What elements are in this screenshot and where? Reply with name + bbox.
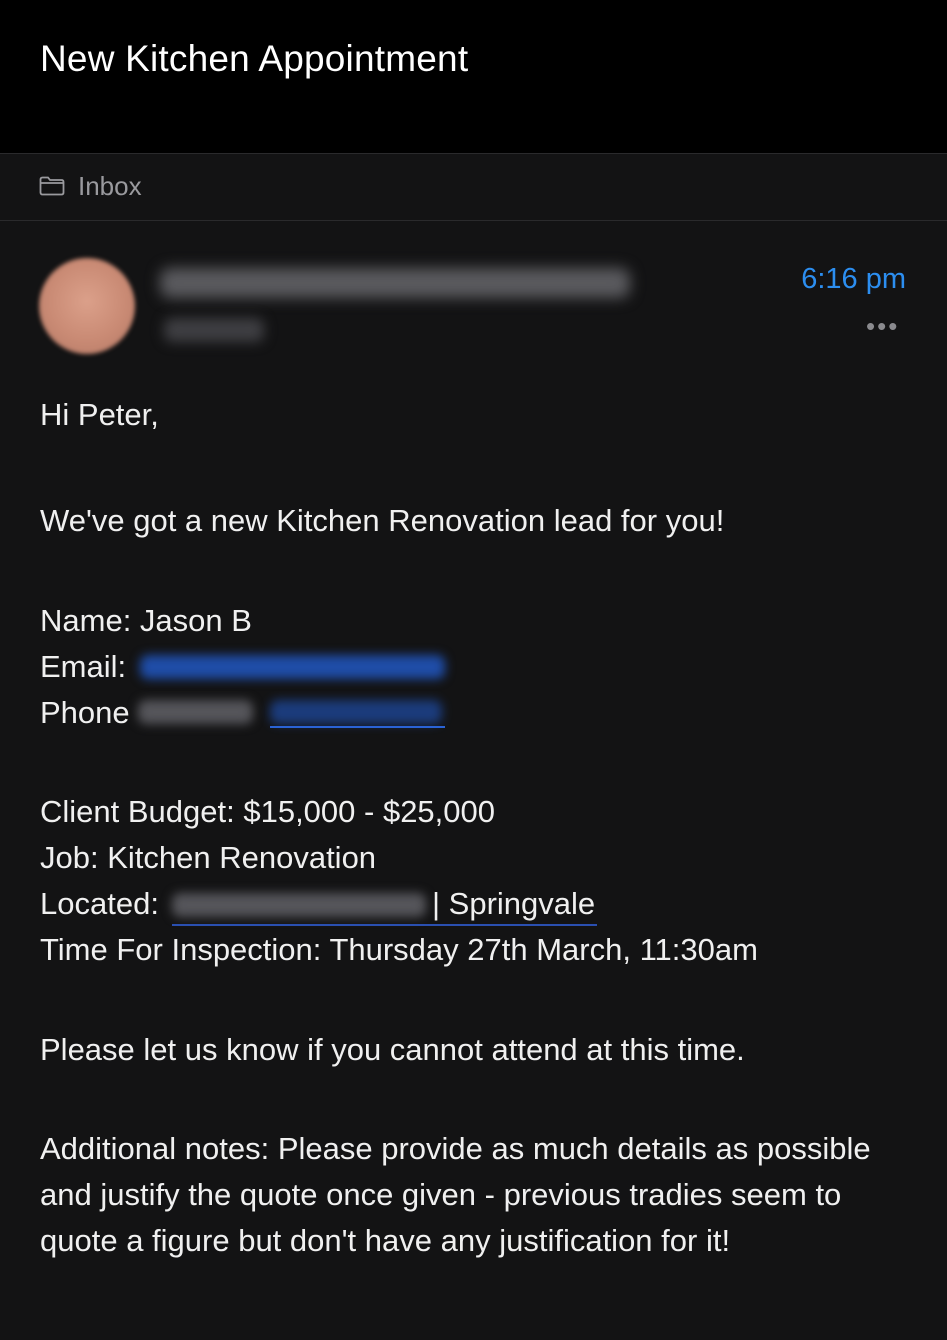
address-redacted[interactable]	[172, 893, 426, 917]
address-link-underline	[172, 924, 597, 926]
client-budget: Client Budget: $15,000 - $25,000	[40, 794, 496, 829]
greeting: Hi Peter,	[40, 397, 159, 432]
email-link-redacted[interactable]	[140, 655, 445, 679]
phone-type-redacted	[138, 700, 253, 724]
recipient-redacted	[164, 318, 264, 342]
located-label: Located:	[40, 886, 159, 921]
job-type: Job: Kitchen Renovation	[40, 840, 377, 875]
sender-name-redacted[interactable]	[160, 268, 630, 298]
more-options-icon[interactable]: •••	[866, 313, 899, 339]
email-label: Email:	[40, 649, 127, 684]
notes-line-3: quote a figure but don't have any justif…	[40, 1223, 731, 1258]
folder-label: Inbox	[78, 171, 142, 201]
phone-link-underline	[270, 726, 445, 728]
address-suburb[interactable]: | Springvale	[432, 886, 595, 922]
attend-note: Please let us know if you cannot attend …	[40, 1032, 745, 1067]
app-header: New Kitchen Appointment	[0, 0, 947, 153]
message-time: 6:16 pm	[801, 263, 906, 295]
phone-label: Phone	[40, 695, 130, 730]
folder-icon	[39, 176, 65, 196]
page-title: New Kitchen Appointment	[40, 38, 469, 79]
notes-line-2: and justify the quote once given - previ…	[40, 1177, 842, 1212]
sender-avatar[interactable]	[39, 258, 135, 354]
phone-link-redacted[interactable]	[270, 700, 442, 724]
notes-line-1: Additional notes: Please provide as much…	[40, 1131, 871, 1166]
intro-text: We've got a new Kitchen Renovation lead …	[40, 503, 725, 538]
folder-breadcrumb[interactable]: Inbox	[0, 153, 947, 221]
lead-name: Name: Jason B	[40, 603, 252, 638]
inspection-time: Time For Inspection: Thursday 27th March…	[40, 932, 758, 967]
